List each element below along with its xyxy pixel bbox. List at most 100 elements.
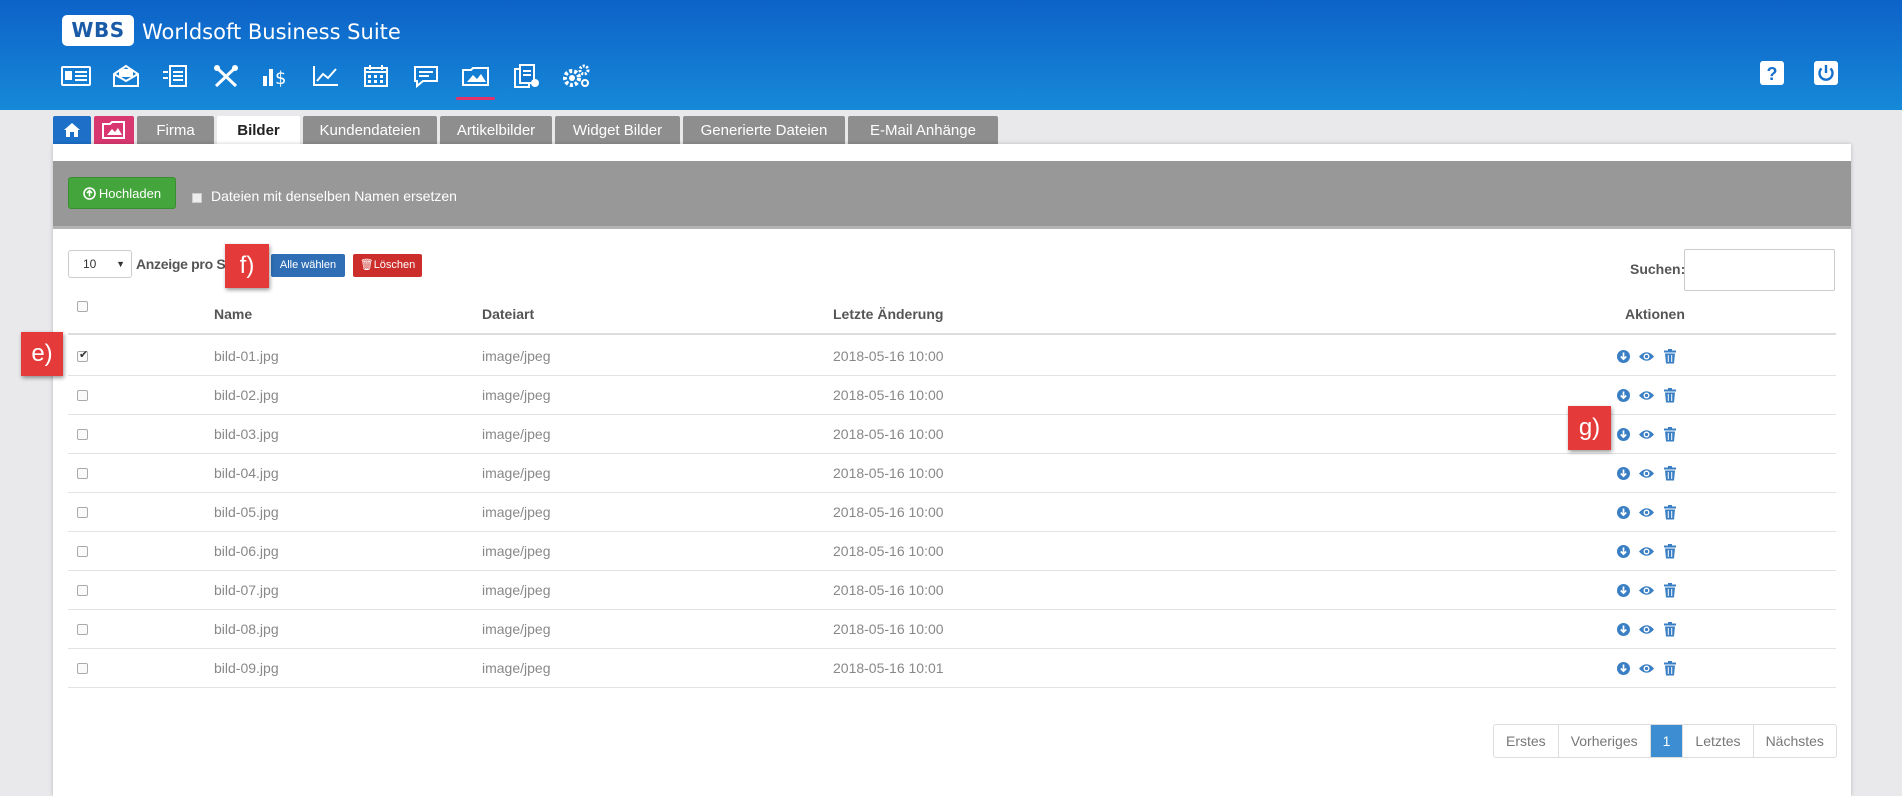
tab-firma[interactable]: Firma (137, 116, 214, 144)
chat-icon[interactable] (408, 58, 443, 94)
annotation-marker-e: e) (21, 332, 63, 376)
page-last[interactable]: Letztes (1682, 725, 1752, 757)
table-row[interactable]: bild-05.jpg image/jpeg 2018-05-16 10:00 (68, 493, 1836, 532)
power-icon[interactable] (1813, 60, 1839, 86)
file-name: bild-07.jpg (214, 582, 279, 598)
file-type: image/jpeg (482, 660, 551, 676)
upload-button[interactable]: Hochladen (68, 177, 176, 209)
select-all-button[interactable]: Alle wählen (271, 254, 345, 277)
view-icon[interactable] (1638, 387, 1655, 404)
view-icon[interactable] (1638, 426, 1655, 443)
settings-icon[interactable] (558, 58, 593, 94)
file-date: 2018-05-16 10:00 (833, 582, 944, 598)
table-row[interactable]: bild-08.jpg image/jpeg 2018-05-16 10:00 (68, 610, 1836, 649)
search-label: Suchen: (1630, 261, 1686, 277)
download-icon[interactable] (1615, 582, 1632, 599)
table-row[interactable]: bild-01.jpg image/jpeg 2018-05-16 10:00 (68, 337, 1836, 376)
column-last-modified[interactable]: Letzte Änderung (833, 294, 943, 333)
trash-icon[interactable] (1661, 387, 1678, 404)
row-checkbox[interactable] (77, 662, 88, 674)
column-filetype[interactable]: Dateiart (482, 294, 534, 333)
tools-icon[interactable] (208, 58, 243, 94)
page-previous[interactable]: Vorheriges (1557, 725, 1650, 757)
download-icon[interactable] (1615, 426, 1632, 443)
table-row[interactable]: bild-06.jpg image/jpeg 2018-05-16 10:00 (68, 532, 1836, 571)
trash-icon[interactable] (1661, 660, 1678, 677)
search-input[interactable] (1684, 249, 1835, 291)
upload-toolbar: Hochladen Dateien mit denselben Namen er… (53, 161, 1851, 229)
row-checkbox[interactable] (77, 584, 88, 596)
trash-icon[interactable] (1661, 543, 1678, 560)
help-icon[interactable]: ? (1759, 60, 1785, 86)
file-name: bild-02.jpg (214, 387, 279, 403)
trash-icon[interactable] (1661, 348, 1678, 365)
home-icon (64, 123, 80, 137)
trash-icon: 🗑 (359, 259, 374, 271)
tab-widget-bilder[interactable]: Widget Bilder (555, 116, 680, 144)
view-icon[interactable] (1638, 660, 1655, 677)
column-actions: Aktionen (1625, 305, 1685, 322)
contact-card-icon[interactable] (58, 58, 93, 94)
download-icon[interactable] (1615, 387, 1632, 404)
download-icon[interactable] (1615, 348, 1632, 365)
view-icon[interactable] (1638, 504, 1655, 521)
images-folder-icon[interactable] (456, 58, 495, 100)
delete-label: Löschen (373, 259, 416, 271)
trash-icon[interactable] (1661, 504, 1678, 521)
trash-icon[interactable] (1661, 582, 1678, 599)
tab-kundendateien[interactable]: Kundendateien (303, 116, 437, 144)
table-header: Name Dateiart Letzte Änderung Aktionen (68, 294, 1836, 335)
row-checkbox[interactable] (77, 506, 88, 518)
row-checkbox[interactable] (77, 623, 88, 635)
view-icon[interactable] (1638, 621, 1655, 638)
row-actions (1615, 571, 1678, 609)
replace-files-checkbox[interactable] (192, 193, 202, 203)
mail-icon[interactable] (108, 58, 143, 94)
download-icon[interactable] (1615, 504, 1632, 521)
tab-generierte-dateien[interactable]: Generierte Dateien (683, 116, 845, 144)
table-row[interactable]: bild-09.jpg image/jpeg 2018-05-16 10:01 (68, 649, 1836, 688)
tab-bilder[interactable]: Bilder (217, 116, 300, 145)
document-exchange-icon[interactable] (158, 58, 193, 94)
file-name: bild-01.jpg (214, 348, 279, 364)
finance-icon[interactable]: $ (258, 58, 293, 94)
table-row[interactable]: bild-07.jpg image/jpeg 2018-05-16 10:00 (68, 571, 1836, 610)
download-icon[interactable] (1615, 660, 1632, 677)
chart-icon[interactable] (308, 58, 343, 94)
select-all-checkbox[interactable] (77, 301, 88, 312)
document-stack-icon[interactable] (508, 58, 543, 94)
page-first[interactable]: Erstes (1494, 725, 1558, 757)
column-name[interactable]: Name (214, 294, 252, 333)
row-checkbox[interactable] (77, 428, 88, 440)
download-icon[interactable] (1615, 543, 1632, 560)
trash-icon[interactable] (1661, 621, 1678, 638)
calendar-icon[interactable] (358, 58, 393, 94)
tab-artikelbilder[interactable]: Artikelbilder (440, 116, 552, 144)
page-next[interactable]: Nächstes (1752, 725, 1836, 757)
view-icon[interactable] (1638, 543, 1655, 560)
tab-email-anhaenge[interactable]: E-Mail Anhänge (848, 116, 998, 144)
trash-icon[interactable] (1661, 426, 1678, 443)
replace-files-label: Dateien mit denselben Namen ersetzen (211, 188, 457, 204)
tab-images-folder[interactable] (94, 116, 134, 144)
delete-button[interactable]: 🗑Löschen (353, 254, 422, 277)
page-current[interactable]: 1 (1649, 725, 1683, 757)
app-title: Worldsoft Business Suite (142, 20, 401, 44)
view-icon[interactable] (1638, 465, 1655, 482)
tab-home[interactable] (53, 116, 91, 144)
row-checkbox[interactable] (77, 348, 88, 362)
row-actions (1615, 493, 1678, 531)
download-icon[interactable] (1615, 465, 1632, 482)
table-row[interactable]: bild-04.jpg image/jpeg 2018-05-16 10:00 (68, 454, 1836, 493)
main-nav: $ (58, 58, 608, 100)
file-date: 2018-05-16 10:00 (833, 543, 944, 559)
row-checkbox[interactable] (77, 467, 88, 479)
view-icon[interactable] (1638, 582, 1655, 599)
row-checkbox[interactable] (77, 389, 88, 401)
row-checkbox[interactable] (77, 545, 88, 557)
view-icon[interactable] (1638, 348, 1655, 365)
wbs-logo[interactable]: WBS (62, 15, 134, 46)
download-icon[interactable] (1615, 621, 1632, 638)
per-page-select[interactable]: 10 ▼ (68, 250, 132, 278)
trash-icon[interactable] (1661, 465, 1678, 482)
